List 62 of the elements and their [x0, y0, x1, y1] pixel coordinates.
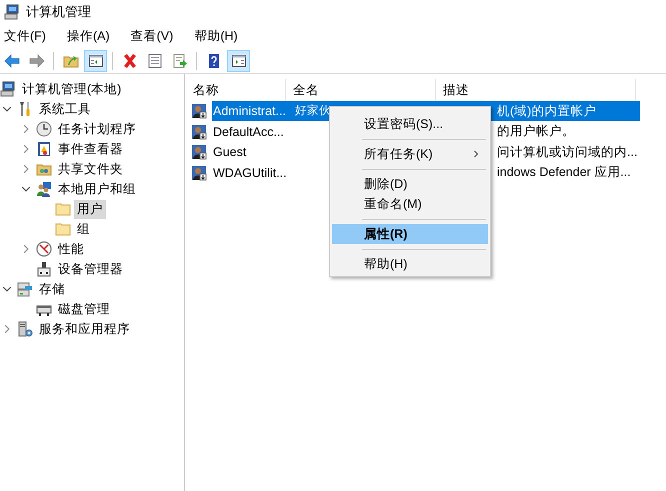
device-icon — [36, 261, 52, 277]
action-pane-button[interactable] — [227, 50, 250, 72]
delete-icon — [122, 52, 138, 68]
table-cell[interactable]: DefaultAcc... — [212, 124, 291, 139]
tree-item[interactable]: 设备管理器 — [55, 260, 126, 278]
tree-item[interactable]: 性能 — [55, 240, 87, 258]
back-arrow-icon — [4, 52, 20, 68]
expand-chevron-icon[interactable] — [21, 124, 31, 134]
menu-item[interactable]: 帮助(H) — [190, 28, 248, 44]
context-menu-item[interactable]: 帮助(H) — [332, 254, 488, 274]
tree-item[interactable]: 存储 — [36, 280, 68, 298]
tree-item[interactable]: 本地用户和组 — [55, 180, 139, 198]
action-pane-icon — [230, 52, 246, 68]
expand-chevron-icon[interactable] — [21, 164, 31, 174]
menu-item[interactable]: 操作(A) — [62, 28, 120, 44]
clock-icon — [36, 121, 52, 137]
tree-item[interactable]: 磁盘管理 — [55, 300, 113, 318]
tree-item[interactable]: 共享文件夹 — [55, 160, 126, 178]
table-cell-text: 问计算机或访问域的内... — [496, 144, 638, 161]
pane-button[interactable] — [84, 50, 107, 72]
user-icon — [191, 144, 207, 160]
users-icon — [36, 181, 52, 197]
collapse-chevron-icon[interactable] — [21, 184, 31, 194]
event-log-icon — [36, 141, 52, 157]
tree-item[interactable]: 系统工具 — [36, 100, 94, 118]
folder-icon — [55, 221, 71, 237]
window-title: 计算机管理 — [26, 3, 91, 21]
user-icon — [191, 103, 207, 120]
table-cell-text: indows Defender 应用... — [496, 164, 632, 182]
table-cell-text: 的用户帐户。 — [496, 123, 576, 140]
tree-item[interactable]: 组 — [74, 220, 93, 238]
expand-chevron-icon[interactable] — [21, 244, 31, 254]
tree-item[interactable]: 用户 — [74, 200, 106, 218]
collapse-chevron-icon[interactable] — [2, 284, 12, 294]
folder-icon — [55, 201, 71, 217]
tree-item[interactable]: 任务计划程序 — [55, 120, 139, 138]
tree-item[interactable]: 事件查看器 — [55, 140, 126, 158]
export-list-icon — [172, 52, 188, 68]
tree-item[interactable]: 服务和应用程序 — [36, 320, 133, 338]
menu-item[interactable]: 文件(F) — [0, 28, 56, 44]
properties-icon — [146, 52, 162, 68]
pane-icon — [88, 52, 104, 68]
context-menu-item[interactable]: 属性(R) — [332, 224, 488, 244]
context-menu-item[interactable]: 所有任务(K) — [332, 144, 488, 164]
context-menu-item[interactable]: 重命名(M) — [332, 194, 488, 214]
forward-arrow-icon — [28, 52, 44, 68]
computer-icon — [4, 4, 20, 20]
expand-chevron-icon[interactable] — [2, 324, 12, 334]
context-menu-item[interactable]: 删除(D) — [332, 174, 488, 194]
expand-chevron-icon[interactable] — [21, 144, 31, 154]
table-cell[interactable]: Guest — [212, 145, 291, 160]
user-icon — [191, 124, 207, 140]
table-cell[interactable]: WDAGUtilit... — [212, 166, 291, 180]
gauge-icon — [36, 241, 52, 257]
computer-icon — [0, 81, 16, 97]
menu-item[interactable]: 查看(V) — [126, 28, 184, 44]
tree-item[interactable]: 计算机管理(本地) — [19, 80, 124, 98]
user-icon — [191, 164, 207, 181]
table-cell[interactable]: Administrat... — [212, 101, 291, 122]
storage-icon — [17, 281, 33, 297]
server-gear-icon — [17, 321, 33, 337]
collapse-chevron-icon[interactable] — [2, 104, 12, 114]
